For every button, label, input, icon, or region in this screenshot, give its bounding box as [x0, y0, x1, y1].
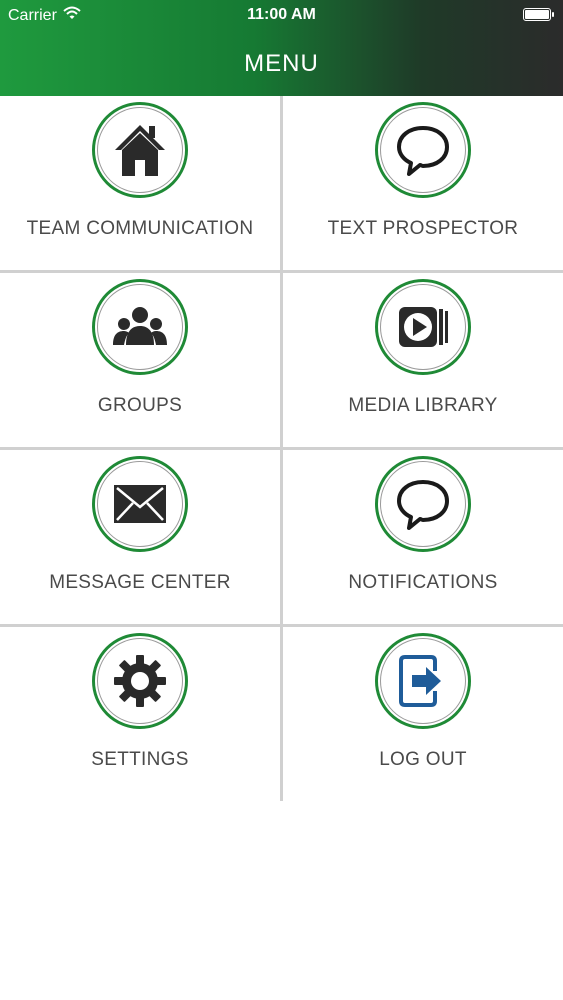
speech-bubble-icon: [397, 480, 449, 530]
menu-item-label: TEXT PROSPECTOR: [327, 218, 519, 239]
media-play-icon: [399, 307, 448, 347]
menu-item-label: MEDIA LIBRARY: [348, 395, 498, 416]
icon-ring: [375, 456, 471, 552]
menu-item-text-prospector[interactable]: TEXT PROSPECTOR: [283, 96, 563, 270]
app-header: Carrier 11:00 AM MENU: [0, 0, 563, 96]
battery-level: [525, 10, 549, 19]
menu-item-label: GROUPS: [97, 395, 183, 416]
group-icon: [113, 307, 167, 345]
icon-ring: [92, 633, 188, 729]
menu-item-label: SETTINGS: [91, 749, 189, 770]
page-title: MENU: [244, 50, 319, 77]
menu-item-notifications[interactable]: NOTIFICATIONS: [283, 450, 563, 624]
speech-bubble-icon: [397, 126, 449, 176]
envelope-icon: [114, 485, 166, 523]
icon-ring: [375, 633, 471, 729]
menu-item-label: LOG OUT: [379, 749, 467, 770]
icon-ring: [92, 456, 188, 552]
menu-grid: TEAM COMMUNICATION TEXT PROSPECTOR GROUP…: [0, 96, 563, 801]
menu-item-settings[interactable]: SETTINGS: [0, 627, 280, 801]
menu-item-media-library[interactable]: MEDIA LIBRARY: [283, 273, 563, 447]
menu-item-team-communication[interactable]: TEAM COMMUNICATION: [0, 96, 280, 270]
menu-item-label: NOTIFICATIONS: [348, 572, 498, 593]
status-time: 11:00 AM: [247, 6, 316, 23]
gear-icon: [114, 655, 166, 707]
icon-ring: [375, 102, 471, 198]
icon-ring: [375, 279, 471, 375]
menu-item-groups[interactable]: GROUPS: [0, 273, 280, 447]
status-bar: Carrier 11:00 AM: [0, 0, 563, 30]
icon-ring: [92, 279, 188, 375]
menu-item-log-out[interactable]: LOG OUT: [283, 627, 563, 801]
menu-item-message-center[interactable]: MESSAGE CENTER: [0, 450, 280, 624]
home-icon: [115, 125, 165, 176]
menu-item-label: TEAM COMMUNICATION: [26, 218, 254, 239]
battery-icon: [523, 8, 554, 21]
menu-item-label: MESSAGE CENTER: [49, 572, 231, 593]
logout-icon: [399, 655, 441, 707]
icon-ring: [92, 102, 188, 198]
